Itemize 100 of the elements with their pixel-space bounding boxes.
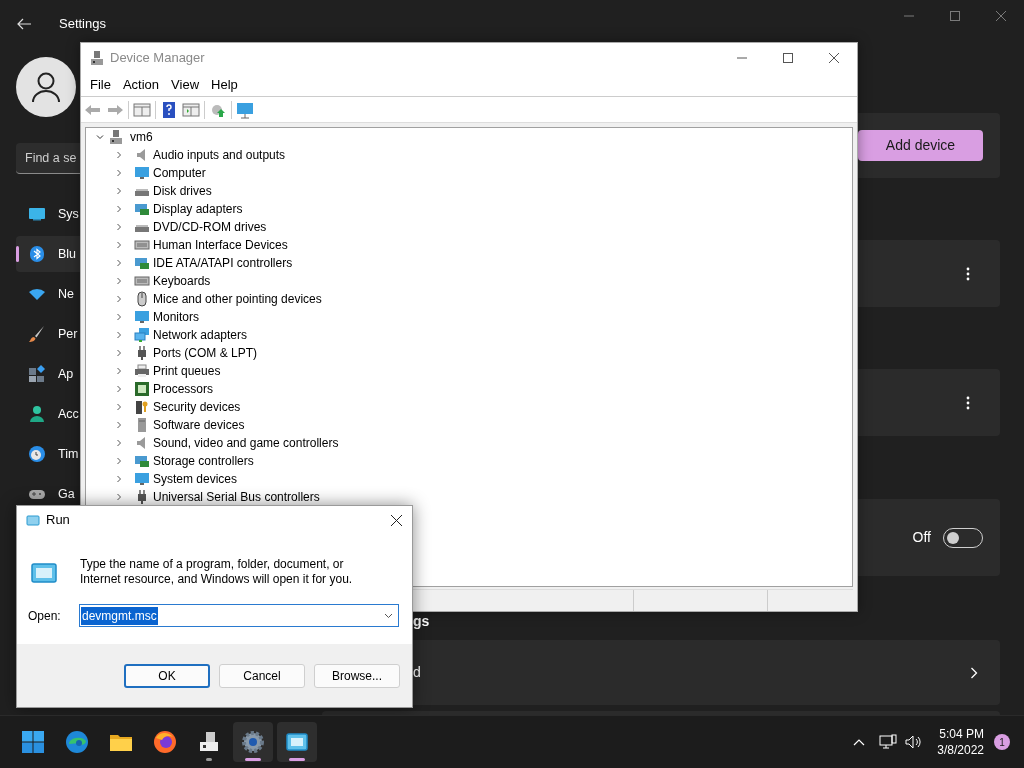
- expand-chevron-icon[interactable]: [115, 403, 123, 411]
- expand-chevron-icon[interactable]: [115, 367, 123, 375]
- volume-icon[interactable]: [905, 734, 924, 750]
- tree-node[interactable]: Network adapters: [96, 326, 852, 344]
- tree-node[interactable]: Print queues: [96, 362, 852, 380]
- expand-chevron-icon[interactable]: [115, 277, 123, 285]
- chip-icon: [134, 381, 150, 397]
- expand-chevron-icon[interactable]: [115, 439, 123, 447]
- panel-icon[interactable]: [133, 100, 151, 119]
- computer-icon: [197, 730, 221, 754]
- nav-item[interactable]: Tim: [16, 436, 80, 472]
- keyboard-icon: [134, 273, 150, 289]
- dialog-button[interactable]: Cancel: [219, 663, 305, 688]
- expand-chevron-icon[interactable]: [115, 421, 123, 429]
- tree-node[interactable]: System devices: [96, 470, 852, 488]
- dialog-button[interactable]: Browse...: [314, 663, 400, 688]
- tree-node[interactable]: IDE ATA/ATAPI controllers: [96, 254, 852, 272]
- expand-chevron-icon[interactable]: [115, 493, 123, 501]
- tree-node[interactable]: vm6: [96, 128, 852, 146]
- menu-item[interactable]: Help: [205, 74, 244, 95]
- open-combobox[interactable]: devmgmt.msc: [79, 604, 399, 627]
- panel-icon[interactable]: [182, 100, 200, 119]
- help-icon[interactable]: [160, 100, 178, 119]
- browser-icon: [153, 730, 177, 754]
- circuit-card-icon: [134, 453, 150, 469]
- toggle-state-label: Off: [912, 528, 931, 547]
- more-options-icon[interactable]: [966, 266, 970, 281]
- expand-chevron-icon[interactable]: [115, 259, 123, 267]
- monitor-icon: [134, 471, 150, 487]
- expand-chevron-icon[interactable]: [115, 205, 123, 213]
- menu-item[interactable]: Action: [116, 74, 166, 95]
- expand-chevron-icon[interactable]: [115, 349, 123, 357]
- expand-chevron-icon[interactable]: [115, 295, 123, 303]
- monitor-icon[interactable]: [236, 100, 254, 119]
- caret-icon[interactable]: [384, 612, 393, 619]
- search-field[interactable]: Find a se: [16, 143, 80, 174]
- tree-node[interactable]: Display adapters: [96, 200, 852, 218]
- nav-item[interactable]: Ne: [16, 276, 80, 312]
- expand-chevron-icon[interactable]: [115, 457, 123, 465]
- add-device-button[interactable]: Add device: [858, 130, 983, 161]
- expand-chevron-icon[interactable]: [115, 169, 123, 177]
- section-heading: gs: [413, 611, 430, 631]
- more-options-icon[interactable]: [966, 395, 970, 410]
- monitor-icon: [134, 165, 150, 181]
- tree-node[interactable]: Universal Serial Bus controllers: [96, 488, 852, 506]
- tree-node[interactable]: Sound, video and game controllers: [96, 434, 852, 452]
- monitor-icon: [28, 205, 46, 223]
- apps-icon: [28, 365, 46, 383]
- network-icon[interactable]: [879, 734, 898, 750]
- expand-chevron-icon[interactable]: [115, 223, 123, 231]
- clock-date[interactable]: 3/8/2022: [937, 742, 984, 758]
- tree-node[interactable]: Computer: [96, 164, 852, 182]
- tree-node[interactable]: Mice and other pointing devices: [96, 290, 852, 308]
- taskbar-button[interactable]: [233, 722, 273, 762]
- expand-chevron-icon[interactable]: [115, 187, 123, 195]
- dialog-message: Type the name of a program, folder, document, or Internet resource, and Windows will open it for you.: [80, 557, 354, 587]
- expand-chevron-icon[interactable]: [115, 313, 123, 321]
- close-icon[interactable]: [829, 53, 839, 63]
- expand-chevron-icon[interactable]: [115, 475, 123, 483]
- circuit-card-icon: [134, 201, 150, 217]
- tree-node[interactable]: DVD/CD-ROM drives: [96, 218, 852, 236]
- tree-node[interactable]: Security devices: [96, 398, 852, 416]
- taskbar-button[interactable]: [277, 722, 317, 762]
- tree-node[interactable]: Storage controllers: [96, 452, 852, 470]
- clock-icon: [28, 445, 46, 463]
- expand-chevron-icon[interactable]: [115, 331, 123, 339]
- tree-node[interactable]: Software devices: [96, 416, 852, 434]
- tree-node[interactable]: Ports (COM & LPT): [96, 344, 852, 362]
- tree-node[interactable]: Monitors: [96, 308, 852, 326]
- keyboard-icon: [134, 237, 150, 253]
- nav-item[interactable]: Per: [16, 316, 80, 352]
- nav-item[interactable]: Acc: [16, 396, 80, 432]
- dialog-button[interactable]: OK: [124, 663, 210, 688]
- tree-node[interactable]: Processors: [96, 380, 852, 398]
- expand-chevron-icon[interactable]: [115, 385, 123, 393]
- window-icon: [26, 514, 40, 526]
- nav-item[interactable]: Sys: [16, 196, 80, 232]
- monitor-icon: [134, 309, 150, 325]
- tree-node[interactable]: Human Interface Devices: [96, 236, 852, 254]
- close-icon[interactable]: [391, 514, 402, 526]
- nav-item[interactable]: Blu: [16, 236, 80, 272]
- nav-item[interactable]: Ga: [16, 476, 80, 512]
- chevron-up-icon[interactable]: [853, 738, 866, 746]
- expand-chevron-icon[interactable]: [115, 241, 123, 249]
- maximize-icon[interactable]: [950, 11, 960, 21]
- chevron-right-icon: [970, 666, 978, 679]
- expand-chevron-icon[interactable]: [115, 151, 123, 159]
- maximize-icon[interactable]: [783, 53, 793, 63]
- notification-badge[interactable]: 1: [994, 734, 1010, 750]
- nav-item[interactable]: Ap: [16, 356, 80, 392]
- back-arrow-icon[interactable]: [17, 18, 31, 30]
- link-row-label: d: [413, 663, 421, 682]
- menu-item[interactable]: View: [165, 74, 206, 95]
- menu-item[interactable]: File: [84, 74, 117, 95]
- mouse-icon: [134, 291, 150, 307]
- collapse-chevron-icon[interactable]: [96, 133, 104, 141]
- tree-node[interactable]: Keyboards: [96, 272, 852, 290]
- clock-time[interactable]: 5:04 PM: [939, 726, 984, 742]
- tree-node[interactable]: Disk drives: [96, 182, 852, 200]
- tree-node[interactable]: Audio inputs and outputs: [96, 146, 852, 164]
